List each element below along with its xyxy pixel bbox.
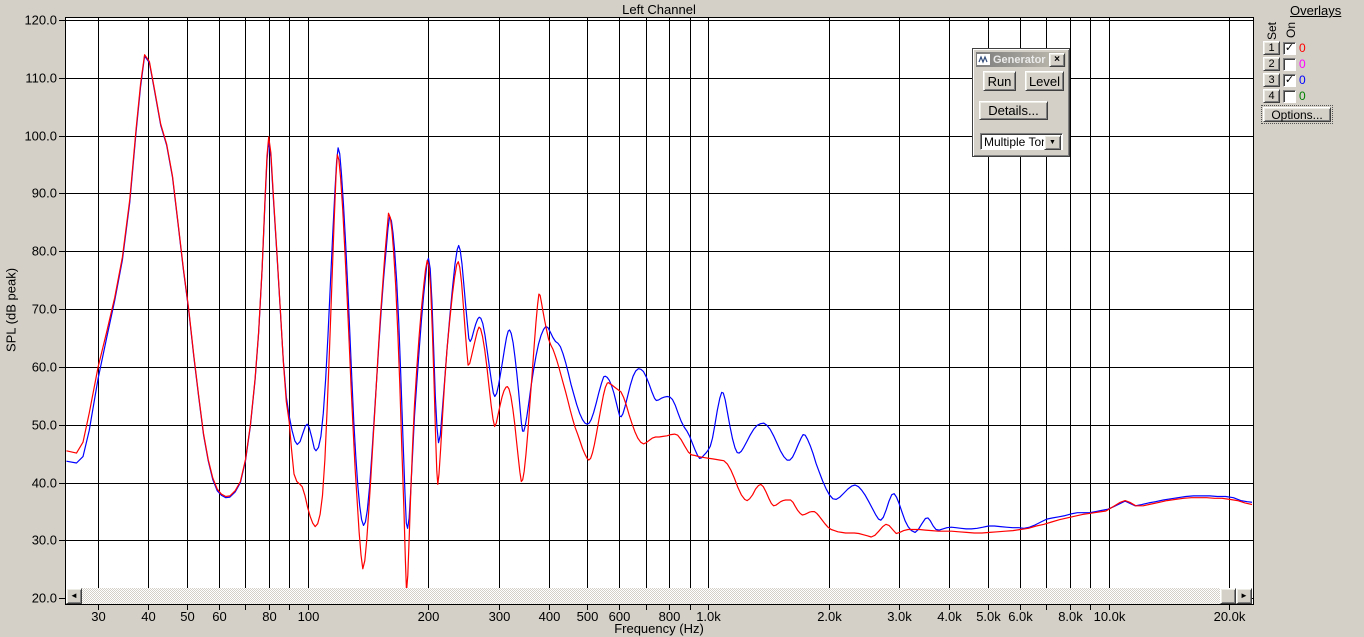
svg-text:20.0: 20.0 <box>32 591 57 606</box>
svg-text:40.0: 40.0 <box>32 476 57 491</box>
scroll-left-button[interactable]: ◄ <box>66 588 82 604</box>
overlay-1-on-checkbox[interactable]: ✓ <box>1283 41 1296 55</box>
scrollbar-thumb[interactable] <box>1220 588 1236 604</box>
waveform-icon <box>977 54 990 65</box>
svg-text:120.0: 120.0 <box>24 13 57 28</box>
horizontal-scrollbar[interactable]: ◄ ► <box>66 588 1252 604</box>
svg-text:100.0: 100.0 <box>24 129 57 144</box>
svg-text:110.0: 110.0 <box>25 71 57 86</box>
overlay-2-on-checkbox[interactable] <box>1283 57 1296 71</box>
overlay-4-value: 0 <box>1299 89 1306 103</box>
overlay-3-on-checkbox[interactable]: ✓ <box>1283 73 1296 87</box>
generator-dialog: Generator × Run Level Details... Multipl… <box>972 48 1070 157</box>
generator-titlebar[interactable]: Generator × <box>976 52 1066 67</box>
overlay-3-value: 0 <box>1299 73 1306 87</box>
generator-dialog-title: Generator <box>993 53 1046 66</box>
overlays-col-on: On <box>1284 21 1298 38</box>
spl-chart: 30 40 50 60 80 100 200 300 400 500 600 800 1.0k 2.0k 3… <box>24 13 1254 624</box>
overlay-1-value: 0 <box>1299 41 1306 55</box>
overlay-4-set-button[interactable]: 4 <box>1263 89 1280 103</box>
svg-text:80.0: 80.0 <box>32 244 57 259</box>
chart-title: Left Channel <box>622 2 696 17</box>
svg-text:90.0: 90.0 <box>32 186 57 201</box>
scroll-left-icon: ◄ <box>70 591 78 600</box>
overlay-1-set-button[interactable]: 1 <box>1263 41 1280 55</box>
x-axis-title: Frequency (Hz) <box>614 621 704 636</box>
overlay-row-2: 2 0 <box>1263 57 1306 71</box>
overlay-4-on-checkbox[interactable] <box>1283 89 1296 103</box>
svg-text:50.0: 50.0 <box>32 418 57 433</box>
run-button[interactable]: Run <box>983 71 1016 91</box>
y-axis-title: SPL (dB peak) <box>3 267 19 353</box>
check-icon: ✓ <box>1284 41 1295 54</box>
level-button[interactable]: Level <box>1025 71 1064 91</box>
options-button[interactable]: Options... <box>1263 107 1331 122</box>
overlays-col-set: Set <box>1265 21 1279 40</box>
dropdown-arrow-icon[interactable]: ▼ <box>1044 135 1061 150</box>
check-icon: ✓ <box>1284 73 1295 86</box>
options-button-focus-ring: Options... <box>1261 105 1333 124</box>
overlay-3-set-button[interactable]: 3 <box>1263 73 1280 87</box>
signal-type-dropdown[interactable]: Multiple Ton ▼ <box>980 133 1063 150</box>
signal-type-value: Multiple Ton <box>984 135 1048 149</box>
overlay-row-1: 1 ✓ 0 <box>1263 41 1306 55</box>
scroll-right-button[interactable]: ► <box>1236 588 1252 604</box>
app-window: 30 40 50 60 80 100 200 300 400 500 600 800 1.0k 2.0k 3… <box>0 0 1364 637</box>
overlay-row-4: 4 0 <box>1263 89 1306 103</box>
close-icon[interactable]: × <box>1049 52 1065 67</box>
svg-text:70.0: 70.0 <box>32 302 57 317</box>
overlays-title: Overlays <box>1290 3 1342 18</box>
svg-text:30.0: 30.0 <box>32 533 57 548</box>
scroll-right-icon: ► <box>1240 591 1248 600</box>
details-button[interactable]: Details... <box>979 101 1048 120</box>
overlay-2-value: 0 <box>1299 57 1306 71</box>
svg-text:60.0: 60.0 <box>32 360 57 375</box>
overlay-row-3: 3 ✓ 0 <box>1263 73 1306 87</box>
overlay-2-set-button[interactable]: 2 <box>1263 57 1280 71</box>
